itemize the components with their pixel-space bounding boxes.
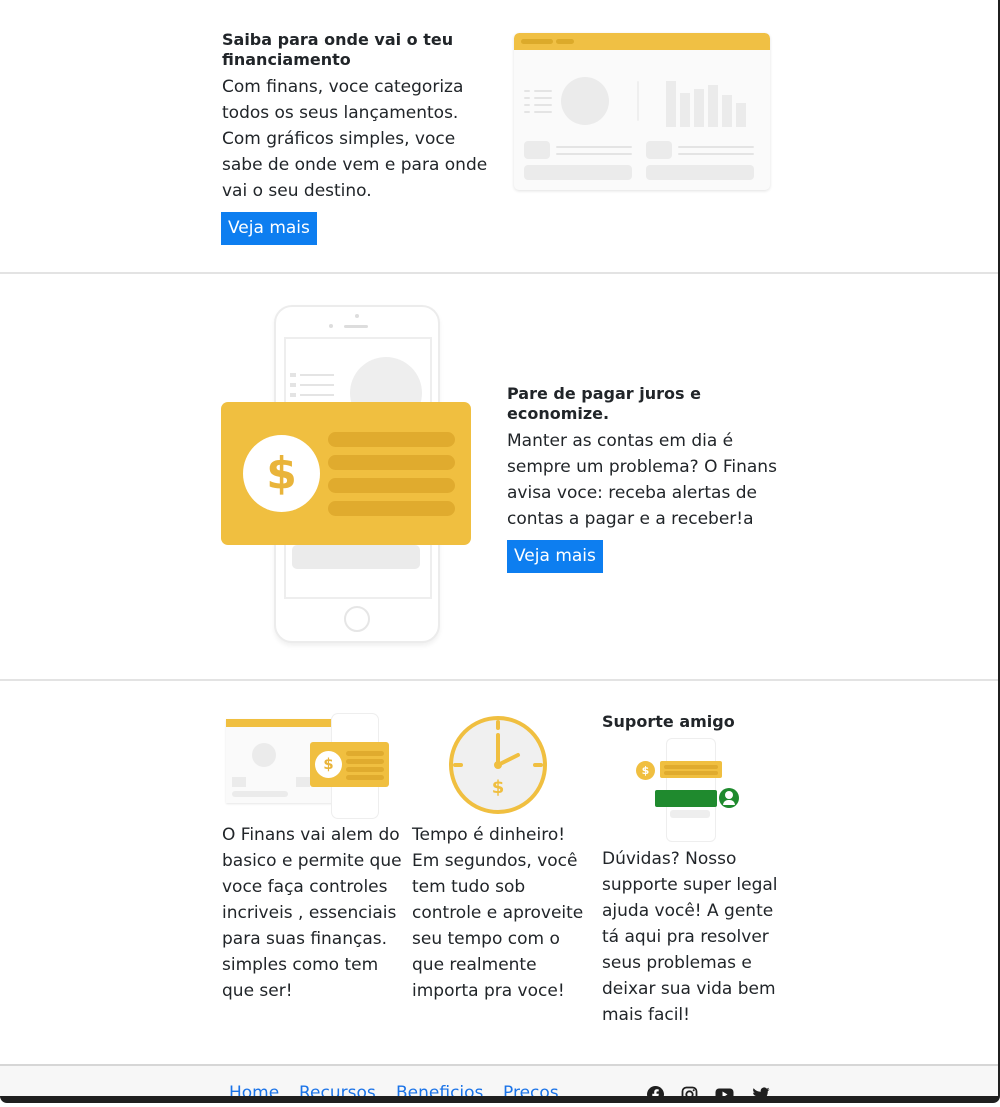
section-description: Manter as contas em dia é sempre um prob… (507, 431, 777, 529)
benefit-description: O Finans vai alem do basico e permite qu… (222, 825, 402, 1001)
benefit-description: Dúvidas? Nosso supporte super legal ajud… (602, 849, 778, 1025)
footer: Home Recursos Beneficios Precos (0, 1064, 998, 1103)
window-edge-bottom (0, 1096, 1000, 1103)
dollar-coin-icon: $ (315, 751, 342, 778)
see-more-button[interactable]: Veja mais (221, 212, 317, 245)
payment-card-illustration: $ (221, 402, 471, 545)
user-avatar-icon (719, 788, 739, 808)
dollar-coin-icon: $ (636, 761, 655, 780)
section-title: Pare de pagar juros e economize. (507, 384, 701, 423)
section-title: Saiba para onde vai o teu financiamento (222, 30, 454, 69)
support-chat-illustration: $ (634, 738, 742, 842)
see-more-button[interactable]: Veja mais (507, 540, 603, 573)
clock-icon: $ (448, 715, 548, 815)
section-divider (0, 679, 998, 681)
benefit-description: Tempo é dinheiro! Em segundos, você tem … (412, 825, 584, 1001)
benefit-title: Suporte amigo (602, 712, 735, 731)
dashboard-illustration (514, 33, 770, 190)
section-description: Com finans, voce categoriza todos os seu… (222, 77, 488, 201)
section-divider (0, 272, 998, 274)
clock-dollar-symbol: $ (491, 777, 505, 798)
mini-dashboard-illustration: $ (226, 713, 391, 819)
dollar-coin-icon: $ (243, 435, 320, 512)
